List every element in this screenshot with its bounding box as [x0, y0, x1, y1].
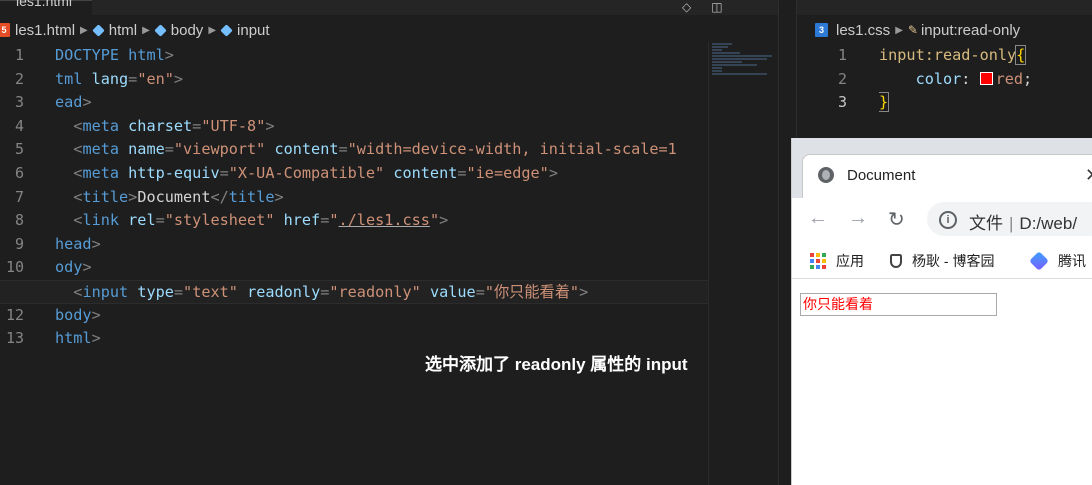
- code-line: <meta charset="UTF-8">: [55, 116, 275, 135]
- browser-tab-title: Document: [847, 167, 916, 184]
- color-swatch[interactable]: [979, 71, 993, 85]
- browser-window: Document ✕ ← → ↻ i 文件|D:/web/ 应用 杨耿 - 博客…: [791, 138, 1092, 485]
- bookmark-favicon-icon: [890, 254, 902, 268]
- chevron-right-icon: ▶: [895, 24, 903, 36]
- css-line: input:read-only{: [879, 45, 1027, 65]
- css-line-number-gutter: 1 2 3: [827, 44, 847, 115]
- bookmark-tencent[interactable]: 腾讯: [1029, 251, 1086, 271]
- compare-icon[interactable]: ◇: [682, 0, 691, 14]
- forward-icon[interactable]: →: [848, 207, 868, 230]
- split-editor-icon[interactable]: ◫: [711, 0, 722, 14]
- readonly-text-input[interactable]: 你只能看着: [800, 293, 997, 316]
- tab-label: les1.html: [16, 0, 73, 9]
- browser-toolbar: ← → ↻ i 文件 | D:/web/: [792, 198, 1092, 240]
- code-line: <title>Document</title>: [55, 187, 284, 206]
- tab-les1-html[interactable]: les1.html: [0, 0, 92, 16]
- back-icon[interactable]: ←: [808, 207, 828, 230]
- address-text: 文件 | D:/web/: [969, 214, 1078, 233]
- line-number: 6: [14, 163, 24, 182]
- css-code-area[interactable]: input:read-only{ color: red; }: [879, 44, 1032, 115]
- line-number: 13: [5, 329, 24, 348]
- chevron-right-icon: ▶: [208, 24, 217, 36]
- html5-icon: 5: [0, 23, 10, 37]
- address-bar[interactable]: i 文件 | D:/web/: [927, 202, 1092, 236]
- line-number-gutter: 1 2 3 4 5 6 7 8 9 10 11 12 13: [0, 44, 40, 351]
- breadcrumb: 5 les1.html ▶ html ▶ body ▶ input: [0, 18, 778, 42]
- line-number: 10: [5, 258, 24, 277]
- code-line: ead>: [55, 93, 92, 112]
- line-number: 1: [14, 46, 24, 64]
- breadcrumb-item-input[interactable]: input: [220, 22, 270, 39]
- line-number: 3: [14, 93, 24, 112]
- editor-tabstrip: les1.html ◇ ◫: [0, 0, 778, 16]
- stylesheet-link[interactable]: ./les1.css: [339, 211, 430, 229]
- minimap[interactable]: [708, 42, 779, 485]
- tencent-favicon-icon: [1029, 251, 1049, 271]
- reload-icon[interactable]: ↻: [888, 207, 905, 232]
- bookmark-apps[interactable]: 应用: [810, 251, 864, 271]
- breadcrumb-item-selector[interactable]: ✎ input:read-only: [908, 22, 1020, 39]
- editor-actions: ◇ ◫: [682, 0, 723, 14]
- breadcrumb-item-file[interactable]: 5 les1.html: [0, 22, 75, 39]
- browser-tab-bar: Document ✕: [792, 138, 1092, 198]
- bookmarks-bar: 应用 杨耿 - 博客园 腾讯: [792, 240, 1092, 279]
- css-editor-pane: 3 les1.css ▶ ✎ input:read-only 1 2 3 input…: [797, 0, 1092, 138]
- line-number: 12: [5, 305, 24, 324]
- code-line: html>: [55, 329, 101, 348]
- html-editor-pane: les1.html ◇ ◫ 5 les1.html ▶ html ▶ body ▶…: [0, 0, 779, 485]
- css-line: color: red;: [915, 69, 1033, 88]
- breadcrumb-item-html[interactable]: html: [92, 22, 137, 39]
- line-number: 8: [14, 211, 24, 230]
- code-area[interactable]: DOCTYPE html> tml lang="en"> ead> <meta …: [0, 44, 710, 351]
- chevron-right-icon: ▶: [80, 24, 88, 36]
- line-number: 1: [837, 46, 847, 64]
- line-number-active: 3: [837, 93, 847, 112]
- breadcrumb-item-body[interactable]: body: [154, 22, 203, 39]
- bookmark-blog[interactable]: 杨耿 - 博客园: [890, 251, 994, 271]
- chevron-right-icon: ▶: [142, 24, 150, 36]
- close-icon[interactable]: ✕: [1085, 165, 1092, 186]
- code-line: <link rel="stylesheet" href="./les1.css"…: [55, 211, 449, 230]
- line-number: 7: [14, 187, 24, 206]
- code-line-current: <input type="text" readonly="readonly" v…: [0, 279, 710, 304]
- css3-icon: 3: [815, 23, 828, 37]
- element-icon: [92, 23, 105, 37]
- code-line: <meta name="viewport" content="width=dev…: [55, 140, 677, 159]
- line-number: 4: [14, 116, 24, 135]
- line-number: 2: [837, 69, 847, 88]
- apps-grid-icon: [810, 253, 826, 269]
- element-icon: [154, 23, 167, 37]
- globe-icon: [818, 167, 834, 183]
- caption-overlay: 选中添加了 readonly 属性的 input: [425, 355, 688, 374]
- element-icon: [220, 23, 233, 37]
- line-number: 9: [14, 234, 24, 253]
- css-breadcrumb: 3 les1.css ▶ ✎ input:read-only: [815, 18, 1092, 42]
- breadcrumb-item-css-file[interactable]: 3 les1.css: [815, 22, 890, 39]
- selector-icon: ✎: [907, 23, 918, 37]
- code-line: body>: [55, 305, 101, 324]
- browser-tab[interactable]: Document ✕: [802, 154, 1092, 198]
- code-line: <meta http-equiv="X-UA-Compatible" conte…: [55, 163, 558, 182]
- code-line: DOCTYPE html>: [55, 46, 174, 64]
- css-line: }: [879, 92, 890, 113]
- line-number: 2: [14, 69, 24, 88]
- code-line: ody>: [55, 258, 92, 277]
- code-line: tml lang="en">: [55, 69, 184, 88]
- line-number: 5: [14, 140, 24, 159]
- code-line: head>: [55, 234, 101, 253]
- css-tabstrip: [797, 0, 1092, 15]
- info-icon[interactable]: i: [939, 211, 957, 229]
